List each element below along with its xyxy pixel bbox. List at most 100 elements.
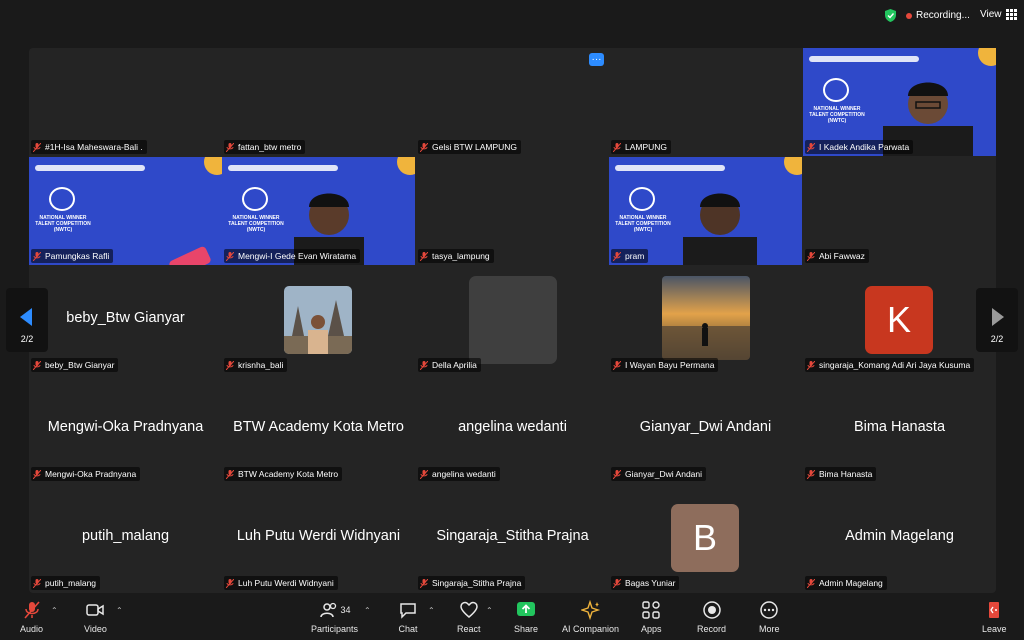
muted-mic-icon [613, 360, 621, 370]
video-tile[interactable]: tasya_lampung [416, 157, 609, 265]
chevron-left-icon [20, 308, 32, 326]
react-options-caret-icon[interactable]: ⌃ [486, 606, 493, 615]
muted-mic-icon [420, 469, 428, 479]
participant-tile[interactable]: krisnha_bali [222, 266, 415, 374]
apps-button[interactable]: Apps [641, 600, 662, 634]
chat-bubble-icon [400, 603, 416, 619]
muted-mic-icon [420, 142, 428, 152]
banner-sponsor-strip [35, 165, 145, 171]
participant-name-label: Gelsi BTW LAMPUNG [418, 140, 522, 154]
muted-mic-icon [807, 578, 815, 588]
participants-button[interactable]: 34 Participants [311, 600, 358, 634]
view-button[interactable]: View [980, 9, 1017, 20]
recording-indicator[interactable]: Recording... [885, 9, 970, 22]
react-button[interactable]: React [457, 600, 481, 634]
video-tile[interactable]: NATIONAL WINNER TALENT COMPETITION (NWTC… [222, 157, 415, 265]
participant-tile[interactable]: BTW Academy Kota Metro BTW Academy Kota … [222, 375, 415, 483]
muted-microphone-icon [23, 601, 40, 619]
participant-name-label: fattan_btw metro [224, 140, 306, 154]
participant-tile[interactable]: I Wayan Bayu Permana [609, 266, 802, 374]
nwtc-logo [49, 187, 75, 211]
decor-shape [978, 48, 996, 66]
participant-name-label: Mengwi-I Gede Evan Wiratama [224, 249, 361, 263]
video-tile[interactable]: Abi Fawwaz [803, 157, 996, 265]
participant-tile[interactable]: Bima Hanasta Bima Hanasta [803, 375, 996, 483]
muted-mic-icon [226, 360, 234, 370]
leave-button[interactable]: Leave [982, 600, 1007, 634]
video-button[interactable]: Video [84, 600, 107, 634]
leave-door-icon [989, 602, 1000, 618]
video-tile[interactable]: #1H-Isa Maheswara-Bali . [29, 48, 222, 156]
participant-name-label: I Wayan Bayu Permana [611, 358, 719, 372]
chat-label: Chat [398, 624, 418, 634]
participant-tile[interactable]: Singaraja_Stitha Prajna Singaraja_Stitha… [416, 484, 609, 592]
participant-tile[interactable]: Gianyar_Dwi Andani Gianyar_Dwi Andani [609, 375, 802, 483]
recording-dot-icon [906, 12, 912, 19]
participant-name-label: putih_malang [31, 576, 101, 590]
participant-display-name: Gianyar_Dwi Andani [639, 419, 772, 435]
participant-tile[interactable]: putih_malang putih_malang [29, 484, 222, 592]
initial-avatar: K [865, 286, 933, 354]
participant-name-label: Pamungkas Rafli [31, 249, 114, 263]
nwtc-logo [242, 187, 268, 211]
participant-name-label: #1H-Isa Maheswara-Bali . [31, 140, 147, 154]
participant-tile[interactable]: angelina wedanti angelina wedanti [416, 375, 609, 483]
muted-mic-icon [613, 469, 621, 479]
more-options-icon[interactable]: ··· [589, 53, 604, 66]
previous-page-button[interactable]: 2/2 [6, 288, 48, 352]
next-page-button[interactable]: 2/2 [976, 288, 1018, 352]
ai-companion-label: AI Companion [562, 624, 620, 634]
video-tile[interactable]: LAMPUNG [609, 48, 802, 156]
video-tile[interactable]: Gelsi BTW LAMPUNG [416, 48, 609, 156]
participant-name-label: I Kadek Andika Parwata [805, 140, 914, 154]
video-tile[interactable]: NATIONAL WINNER TALENT COMPETITION (NWTC… [803, 48, 996, 156]
more-dots-icon [760, 601, 778, 619]
participant-name-label: tasya_lampung [418, 249, 494, 263]
participant-name-label: Bagas Yuniar [611, 576, 680, 590]
video-tile[interactable]: NATIONAL WINNER TALENT COMPETITION (NWTC… [609, 157, 802, 265]
recording-label: Recording... [916, 10, 970, 21]
participant-tile[interactable]: Mengwi-Oka Pradnyana Mengwi-Oka Pradnyan… [29, 375, 222, 483]
profile-photo-temple [284, 286, 352, 354]
participant-tile[interactable]: K singaraja_Komang Adi Ari Jaya Kusuma [803, 266, 996, 374]
chat-button[interactable]: Chat [398, 600, 418, 634]
banner-text: NATIONAL WINNER TALENT COMPETITION (NWTC… [35, 215, 91, 233]
participant-tile[interactable]: beby_Btw Gianyar beby_Btw Gianyar [29, 266, 222, 374]
audio-options-caret-icon[interactable]: ⌃ [51, 606, 58, 615]
muted-mic-icon [420, 251, 428, 261]
participant-tile[interactable]: Admin Magelang Admin Magelang [803, 484, 996, 592]
muted-mic-icon [226, 469, 234, 479]
audio-button[interactable]: Audio [20, 600, 43, 634]
participant-display-name: putih_malang [81, 528, 170, 544]
video-gallery: #1H-Isa Maheswara-Bali . fattan_btw metr… [29, 48, 996, 593]
chat-options-caret-icon[interactable]: ⌃ [428, 606, 435, 615]
participant-name-label: LAMPUNG [611, 140, 672, 154]
video-options-caret-icon[interactable]: ⌃ [116, 606, 123, 615]
video-tile[interactable]: fattan_btw metro [222, 48, 415, 156]
participant-display-name: Luh Putu Werdi Widnyani [236, 528, 401, 544]
record-button[interactable]: Record [697, 600, 726, 634]
blank-profile-photo [469, 276, 557, 364]
participant-name-label: Gianyar_Dwi Andani [611, 467, 707, 481]
muted-mic-icon [420, 578, 428, 588]
ai-companion-button[interactable]: AI Companion [562, 600, 619, 634]
muted-mic-icon [613, 251, 621, 261]
participants-icon [319, 602, 336, 618]
participant-tile[interactable]: Luh Putu Werdi Widnyani Luh Putu Werdi W… [222, 484, 415, 592]
participant-name-label: pram [611, 249, 649, 263]
participants-count: 34 [340, 605, 351, 615]
participant-name-label: Singaraja_Stitha Prajna [418, 576, 526, 590]
participants-options-caret-icon[interactable]: ⌃ [364, 606, 371, 615]
video-tile[interactable]: NATIONAL WINNER TALENT COMPETITION (NWTC… [29, 157, 222, 265]
participant-display-name: beby_Btw Gianyar [66, 310, 185, 326]
banner-sponsor-strip [615, 165, 725, 171]
muted-mic-icon [807, 142, 815, 152]
participant-name-label: Luh Putu Werdi Widnyani [224, 576, 338, 590]
share-button[interactable]: Share [514, 600, 538, 634]
chevron-right-icon [992, 308, 1004, 326]
muted-mic-icon [33, 142, 41, 152]
participant-tile[interactable]: B Bagas Yuniar [609, 484, 802, 592]
more-button[interactable]: More [759, 600, 780, 634]
participant-tile[interactable]: Della Aprilia [416, 266, 609, 374]
video-label: Video [84, 624, 107, 634]
